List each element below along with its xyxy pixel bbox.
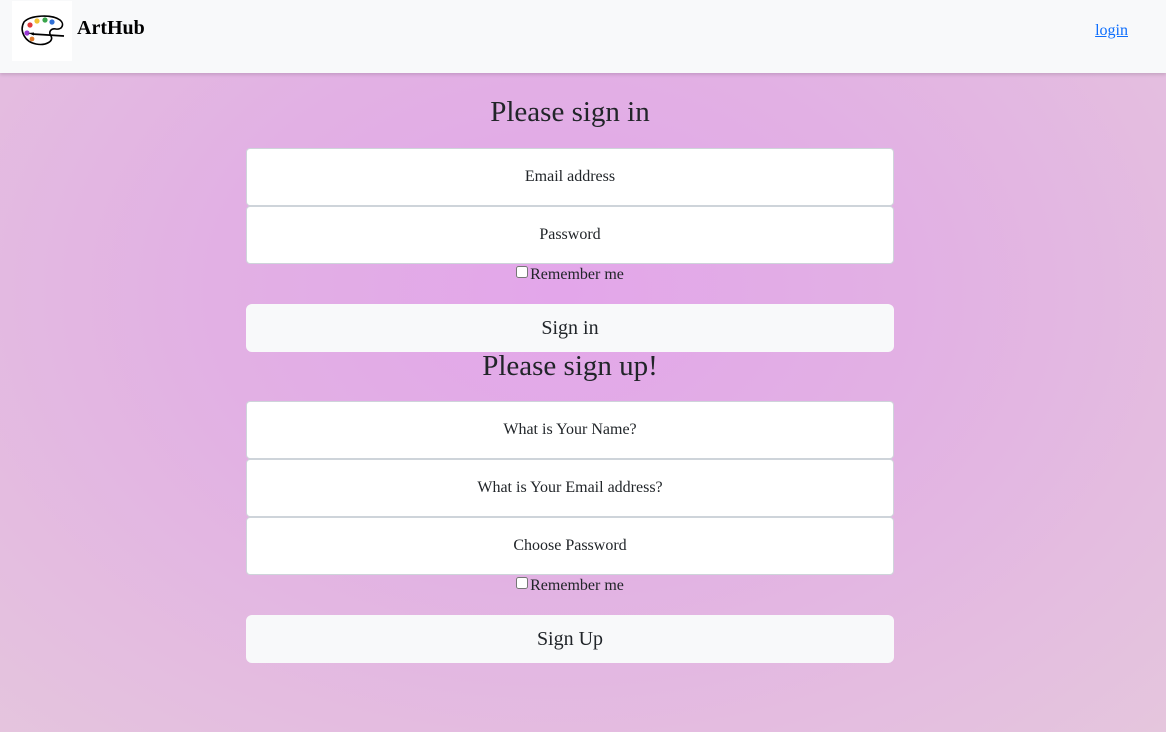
signin-remember-label: Remember me xyxy=(530,266,624,283)
signup-email-field[interactable] xyxy=(246,459,894,517)
signup-name-field[interactable] xyxy=(246,401,894,459)
signup-remember-label: Remember me xyxy=(530,577,624,594)
palette-icon xyxy=(21,15,65,46)
signin-title: Please sign in xyxy=(490,96,650,128)
signup-email-input[interactable] xyxy=(247,460,893,516)
signup-name-input[interactable] xyxy=(247,402,893,458)
brand-logo[interactable] xyxy=(12,1,72,61)
signup-remember-checkbox[interactable] xyxy=(516,577,529,589)
signin-button[interactable]: Sign in xyxy=(246,304,894,352)
signin-remember-checkbox[interactable] xyxy=(516,266,529,278)
signin-email-field[interactable] xyxy=(246,148,894,206)
navbar: ArtHub login xyxy=(0,0,1166,73)
signup-remember: Remember me xyxy=(246,577,894,595)
signup-title: Please sign up! xyxy=(482,350,658,382)
signin-email-input[interactable] xyxy=(247,149,893,205)
signup-button[interactable]: Sign Up xyxy=(246,615,894,663)
signin-remember: Remember me xyxy=(246,266,894,284)
brand-name[interactable]: ArtHub xyxy=(77,17,145,40)
login-link[interactable]: login xyxy=(1095,22,1128,40)
signin-password-input[interactable] xyxy=(247,207,893,263)
signup-password-field[interactable] xyxy=(246,517,894,575)
signup-password-input[interactable] xyxy=(247,518,893,574)
signin-password-field[interactable] xyxy=(246,206,894,264)
